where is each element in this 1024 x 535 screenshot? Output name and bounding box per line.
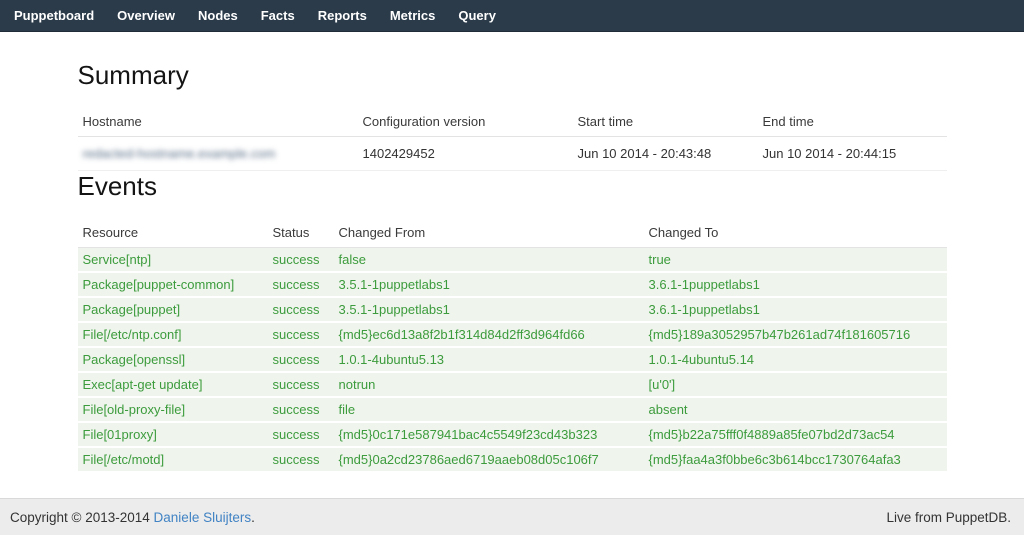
event-row: Package[openssl] success 1.0.1-4ubuntu5.… (78, 347, 947, 372)
author-link[interactable]: Daniele Sluijters (154, 510, 252, 525)
events-col-status: Status (268, 220, 334, 248)
event-status: success (268, 447, 334, 472)
event-resource: File[/etc/motd] (78, 447, 268, 472)
summary-row: redacted-hostname.example.com 1402429452… (78, 137, 947, 171)
event-changed-to: absent (644, 397, 947, 422)
events-col-changed-from: Changed From (334, 220, 644, 248)
event-resource: File[old-proxy-file] (78, 397, 268, 422)
summary-col-hostname: Hostname (78, 109, 358, 137)
footer-status: Live from PuppetDB. (886, 510, 1011, 525)
nav-item-nodes[interactable]: Nodes (198, 8, 238, 23)
nav-item-query[interactable]: Query (458, 8, 496, 23)
summary-end-time: Jun 10 2014 - 20:44:15 (758, 137, 947, 171)
event-resource: File[/etc/ntp.conf] (78, 322, 268, 347)
copyright-text: Copyright © 2013-2014 (10, 510, 154, 525)
event-status: success (268, 372, 334, 397)
event-status: success (268, 422, 334, 447)
event-resource: Package[openssl] (78, 347, 268, 372)
event-status: success (268, 248, 334, 273)
events-table: Resource Status Changed From Changed To … (78, 220, 947, 473)
event-changed-to: true (644, 248, 947, 273)
events-col-changed-to: Changed To (644, 220, 947, 248)
event-changed-from: file (334, 397, 644, 422)
event-resource: Package[puppet-common] (78, 272, 268, 297)
event-changed-to: 3.6.1-1puppetlabs1 (644, 297, 947, 322)
event-status: success (268, 322, 334, 347)
event-changed-to: {md5}189a3052957b47b261ad74f181605716 (644, 322, 947, 347)
main-content: Summary Hostname Configuration version S… (0, 32, 1024, 498)
summary-col-end-time: End time (758, 109, 947, 137)
event-row: Exec[apt-get update] success notrun [u'0… (78, 372, 947, 397)
top-navbar: Puppetboard Overview Nodes Facts Reports… (0, 0, 1024, 32)
event-changed-from: notrun (334, 372, 644, 397)
event-row: Service[ntp] success false true (78, 248, 947, 273)
page-footer: Copyright © 2013-2014 Daniele Sluijters.… (0, 498, 1024, 535)
summary-col-start-time: Start time (573, 109, 758, 137)
event-row: Package[puppet] success 3.5.1-1puppetlab… (78, 297, 947, 322)
event-changed-from: {md5}0a2cd23786aed6719aaeb08d05c106f7 (334, 447, 644, 472)
event-changed-from: {md5}0c171e587941bac4c5549f23cd43b323 (334, 422, 644, 447)
summary-config-version: 1402429452 (358, 137, 573, 171)
event-status: success (268, 397, 334, 422)
nav-item-facts[interactable]: Facts (261, 8, 295, 23)
event-row: File[/etc/ntp.conf] success {md5}ec6d13a… (78, 322, 947, 347)
event-changed-from: {md5}ec6d13a8f2b1f314d84d2ff3d964fd66 (334, 322, 644, 347)
event-changed-from: 3.5.1-1puppetlabs1 (334, 297, 644, 322)
nav-item-overview[interactable]: Overview (117, 8, 175, 23)
event-row: File[old-proxy-file] success file absent (78, 397, 947, 422)
event-status: success (268, 347, 334, 372)
event-resource: Service[ntp] (78, 248, 268, 273)
copyright-period: . (251, 510, 255, 525)
event-status: success (268, 272, 334, 297)
event-changed-from: false (334, 248, 644, 273)
summary-start-time: Jun 10 2014 - 20:43:48 (573, 137, 758, 171)
event-row: File[01proxy] success {md5}0c171e587941b… (78, 422, 947, 447)
event-changed-to: [u'0'] (644, 372, 947, 397)
event-resource: Package[puppet] (78, 297, 268, 322)
event-changed-to: {md5}b22a75fff0f4889a85fe07bd2d73ac54 (644, 422, 947, 447)
event-status: success (268, 297, 334, 322)
event-changed-from: 1.0.1-4ubuntu5.13 (334, 347, 644, 372)
brand-puppetboard[interactable]: Puppetboard (14, 8, 94, 23)
footer-copyright: Copyright © 2013-2014 Daniele Sluijters. (10, 510, 255, 525)
event-resource: File[01proxy] (78, 422, 268, 447)
event-changed-to: {md5}faa4a3f0bbe6c3b614bcc1730764afa3 (644, 447, 947, 472)
event-row: File[/etc/motd] success {md5}0a2cd23786a… (78, 447, 947, 472)
event-changed-to: 1.0.1-4ubuntu5.14 (644, 347, 947, 372)
summary-col-config-version: Configuration version (358, 109, 573, 137)
nav-item-metrics[interactable]: Metrics (390, 8, 436, 23)
summary-table: Hostname Configuration version Start tim… (78, 109, 947, 171)
summary-heading: Summary (78, 60, 947, 91)
hostname-link-blurred[interactable]: redacted-hostname.example.com (83, 146, 276, 161)
event-resource: Exec[apt-get update] (78, 372, 268, 397)
event-changed-from: 3.5.1-1puppetlabs1 (334, 272, 644, 297)
event-changed-to: 3.6.1-1puppetlabs1 (644, 272, 947, 297)
event-row: Package[puppet-common] success 3.5.1-1pu… (78, 272, 947, 297)
summary-hostname-cell: redacted-hostname.example.com (78, 137, 358, 171)
nav-item-reports[interactable]: Reports (318, 8, 367, 23)
events-heading: Events (78, 171, 947, 202)
events-col-resource: Resource (78, 220, 268, 248)
